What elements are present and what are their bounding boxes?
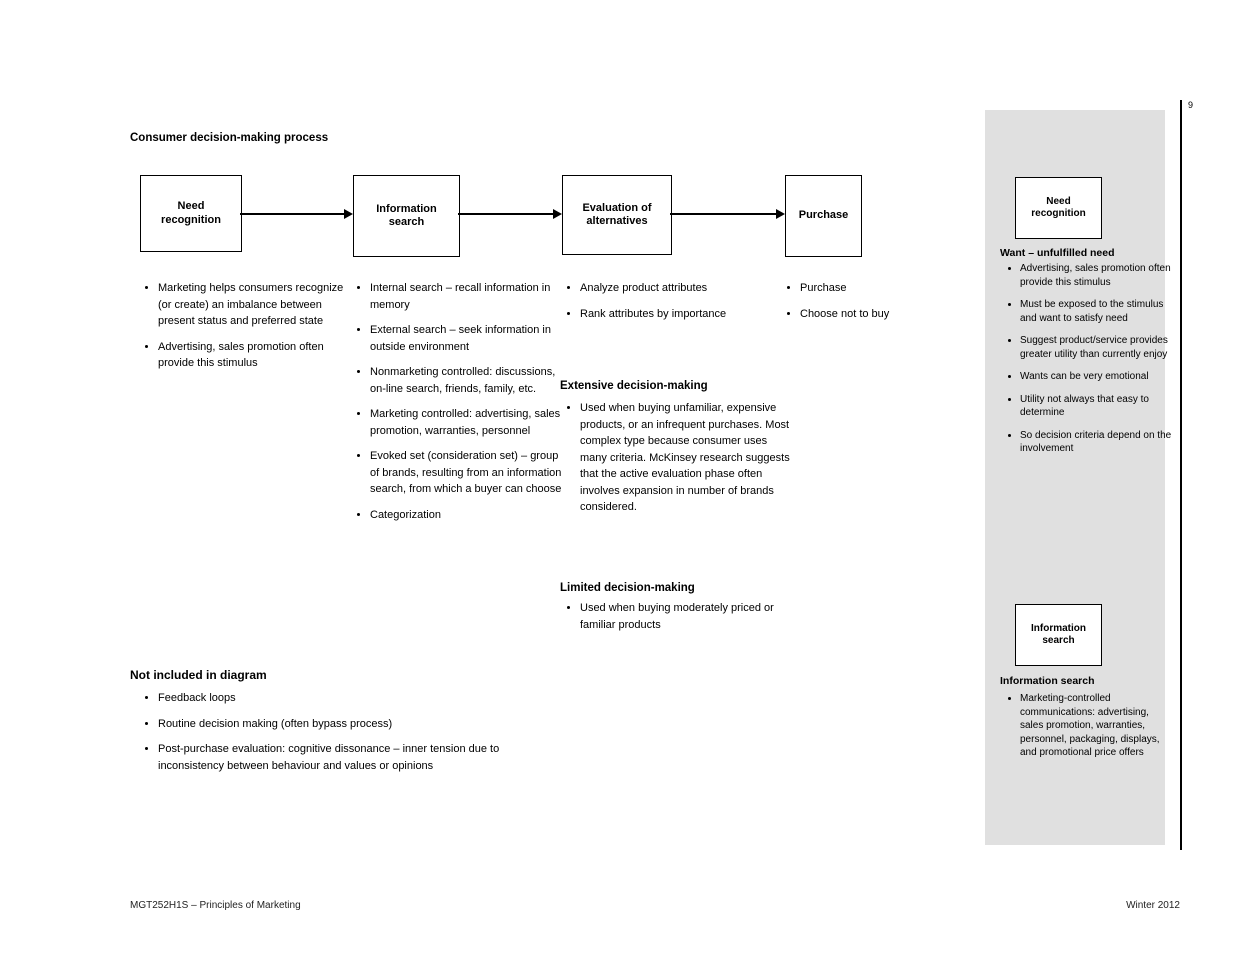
list-item: Internal search – recall information in … [370,280,570,313]
col4-bullets: Purchase Choose not to buy [782,280,960,331]
arrow-3 [670,213,777,215]
arrow-2 [458,213,553,215]
page-number: 9 [1188,100,1193,110]
list-item: Post-purchase evaluation: cognitive diss… [158,741,538,774]
list-item: Purchase [800,280,960,297]
list-item: Nonmarketing controlled: discussions, on… [370,364,570,397]
col3-bullets-b: Used when buying unfamiliar, expensive p… [562,400,790,525]
list-item: Feedback loops [158,690,538,707]
lower-bullets: Feedback loops Routine decision making (… [140,690,538,783]
arrow-2-head [553,209,562,219]
lower-heading: Not included in diagram [130,668,267,682]
list-item: Advertising, sales promotion often provi… [158,339,348,372]
list-item: Analyze product attributes [580,280,780,297]
flow-box-need: Need recognition [140,175,242,252]
sidebar-divider [1180,100,1182,850]
arrow-3-head [776,209,785,219]
arrow-1 [240,213,344,215]
sidebar-bullets-2: Marketing-controlled communications: adv… [1002,692,1172,769]
list-item: Wants can be very emotional [1020,370,1172,384]
list-item: Used when buying unfamiliar, expensive p… [580,400,790,516]
list-item: Routine decision making (often bypass pr… [158,716,538,733]
list-item: Marketing-controlled communications: adv… [1020,692,1172,760]
list-item: Marketing helps consumers recognize (or … [158,280,348,330]
page-title: Consumer decision-making process [130,132,328,144]
list-item: Categorization [370,507,570,524]
list-item: External search – seek information in ou… [370,322,570,355]
sidebar-bullets-1: Advertising, sales promotion often provi… [1002,262,1172,465]
list-item: Must be exposed to the stimulus and want… [1020,298,1172,325]
flow-box-eval: Evaluation of alternatives [562,175,672,255]
list-item: Rank attributes by importance [580,306,780,323]
list-item: Utility not always that easy to determin… [1020,393,1172,420]
list-item: Used when buying moderately priced or fa… [580,600,790,633]
sidebar-heading-2: Information search [1000,675,1160,687]
list-item: Evoked set (consideration set) – group o… [370,448,570,498]
footer-left: MGT252H1S – Principles of Marketing [130,900,301,911]
col3-sub1-label: Extensive decision-making [560,380,770,392]
flow-box-info: Information search [353,175,460,257]
sidebar-heading-1: Want – unfulfilled need [1000,247,1165,259]
col3-sub2-label: Limited decision-making [560,582,770,594]
col3-bullets-c: Used when buying moderately priced or fa… [562,600,790,642]
footer-right: Winter 2012 [1126,900,1180,911]
list-item: So decision criteria depend on the invol… [1020,429,1172,456]
flow-box-purchase: Purchase [785,175,862,257]
col2-bullets: Internal search – recall information in … [352,280,570,532]
arrow-1-head [344,209,353,219]
col1-bullets: Marketing helps consumers recognize (or … [140,280,348,381]
list-item: Choose not to buy [800,306,960,323]
col3-bullets-a: Analyze product attributes Rank attribut… [562,280,780,331]
list-item: Advertising, sales promotion often provi… [1020,262,1172,289]
list-item: Marketing controlled: advertising, sales… [370,406,570,439]
sidebar-box-2: Information search [1015,604,1102,666]
sidebar-box-1: Need recognition [1015,177,1102,239]
list-item: Suggest product/service provides greater… [1020,334,1172,361]
